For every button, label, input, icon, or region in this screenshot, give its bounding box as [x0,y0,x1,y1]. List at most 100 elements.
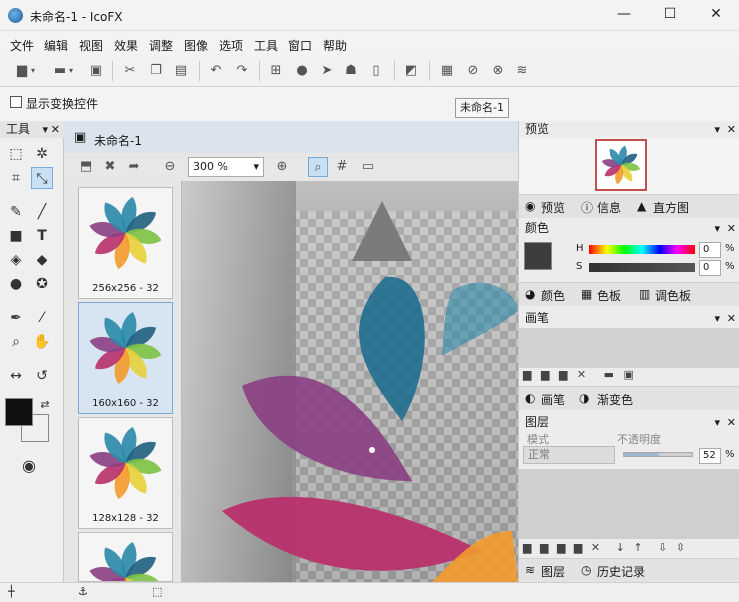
apple-icon[interactable]: ● [292,61,312,81]
tab-info[interactable]: 信息 [597,199,621,216]
panel-close-icon[interactable]: ✕ [727,414,736,431]
reduce-icon[interactable]: ⊗ [488,61,508,81]
move-selection-icon[interactable]: ⤡ [31,167,53,189]
menu-options[interactable]: 选项 [219,37,243,54]
hand-icon[interactable]: ✋ [31,331,53,353]
panel-close-icon[interactable]: ✕ [727,310,736,327]
open-dropdown-icon[interactable]: ▾ [66,61,76,81]
brush-list[interactable] [519,328,739,368]
tab-swatches[interactable]: 色板 [597,287,621,304]
new-brush-icon[interactable]: ▆ [523,368,531,381]
import-image-icon[interactable]: ◩ [401,61,421,81]
show-transform-checkbox[interactable] [10,96,22,108]
panel-menu-icon[interactable]: ▾ [714,121,720,138]
cursor-icon[interactable]: ➤ [317,61,337,81]
editing-canvas[interactable] [182,181,518,582]
bulb-icon[interactable]: ✪ [31,273,53,295]
flatten-icon[interactable]: ⇳ [676,541,685,554]
panel-menu-icon[interactable]: ▾ [42,121,48,138]
tab-history[interactable]: 历史记录 [597,563,645,580]
rect-select-icon[interactable]: ⬚ [5,143,27,165]
layers-list[interactable] [519,469,739,539]
new-layer-icon[interactable]: ▆ [523,541,531,554]
menu-window[interactable]: 窗口 [288,37,312,54]
tab-gradient[interactable]: 渐变色 [597,391,633,408]
duplicate-brush-icon[interactable]: ▆ [541,368,549,381]
checkerboard-icon[interactable]: ▦ [437,61,457,81]
swap-arrows-icon[interactable]: ↔ [5,365,27,387]
windows-icon[interactable]: ⊞ [266,61,286,81]
tab-layers[interactable]: 图层 [541,563,565,580]
import-icon[interactable]: ⬒ [76,157,96,177]
thumbnail-item[interactable]: 256x256 - 32 [78,187,173,299]
export-icon[interactable]: ➦ [124,157,144,177]
rotate-icon[interactable]: ↺ [31,365,53,387]
save-brush-icon[interactable]: ▣ [624,368,634,381]
opacity-value-input[interactable]: 52 [699,448,721,464]
zoom-out-icon[interactable]: ⊖ [160,157,180,177]
menu-tools[interactable]: 工具 [254,37,278,54]
menu-effects[interactable]: 效果 [114,37,138,54]
merge-down-icon[interactable]: ⇩ [658,541,667,554]
tab-palette[interactable]: 调色板 [655,287,691,304]
mobile-icon[interactable]: ▯ [366,61,386,81]
merge-layer-icon[interactable]: ▆ [557,541,565,554]
record-icon[interactable]: ◉ [18,455,40,477]
hue-slider[interactable] [589,245,695,254]
menu-help[interactable]: 帮助 [323,37,347,54]
brush-icon[interactable]: ⁄ [31,307,53,329]
zoom-in-icon[interactable]: ⊕ [272,157,292,177]
pencil-icon[interactable]: ✎ [5,201,27,223]
rectangle-icon[interactable]: ■ [5,225,27,247]
save-icon[interactable]: ▣ [86,61,106,81]
blend-mode-select[interactable]: 正常 [523,446,615,464]
android-icon[interactable]: ☗ [341,61,361,81]
eyedropper-icon[interactable]: ✒ [5,307,27,329]
undo-icon[interactable]: ↶ [206,61,226,81]
zoom-select[interactable]: 300 % ▾ [188,157,264,177]
menu-image[interactable]: 图像 [184,37,208,54]
cut-icon[interactable]: ✂ [120,61,140,81]
panel-menu-icon[interactable]: ▾ [714,414,720,431]
background-toggle-icon[interactable]: ▭ [358,157,378,177]
panel-close-icon[interactable]: ✕ [51,121,60,138]
zoom-tool-icon[interactable]: ⌕ [308,157,328,177]
delete-layer-icon[interactable]: ✕ [591,541,600,554]
maximize-button[interactable]: ☐ [647,0,693,31]
open-brush-icon[interactable]: ▬ [604,368,614,381]
close-button[interactable]: ✕ [693,0,739,31]
edit-brush-icon[interactable]: ▆ [559,368,567,381]
move-up-icon[interactable]: ↑ [633,541,642,554]
opacity-slider[interactable] [623,452,693,457]
menu-view[interactable]: 视图 [79,37,103,54]
magic-wand-icon[interactable]: ✲ [31,143,53,165]
hide-grid-icon[interactable]: ⊘ [463,61,483,81]
new-dropdown-icon[interactable]: ▾ [28,61,38,81]
panel-close-icon[interactable]: ✕ [727,220,736,237]
menu-adjust[interactable]: 调整 [149,37,173,54]
saturation-slider[interactable] [589,263,695,272]
zoom-icon[interactable]: ⌕ [5,331,27,353]
eraser-icon[interactable]: ◆ [31,249,53,271]
document-tab[interactable]: ▣ 未命名-1 [64,121,518,153]
layer-properties-icon[interactable]: ▆ [574,541,582,554]
tab-preview[interactable]: 预览 [541,199,565,216]
current-color-swatch[interactable] [524,242,552,270]
swap-colors-icon[interactable]: ⇄ [34,394,56,416]
thumbnail-item[interactable]: 128x128 - 32 [78,417,173,529]
blur-drop-icon[interactable]: ● [5,273,27,295]
tab-histogram[interactable]: 直方图 [653,199,689,216]
layers-stack-icon[interactable]: ≋ [512,61,532,81]
hue-value-input[interactable]: 0 [699,242,721,258]
minimize-button[interactable]: — [601,0,647,31]
text-icon[interactable]: T [31,225,53,247]
thumbnail-item-selected[interactable]: 160x160 - 32 [78,302,173,414]
move-down-icon[interactable]: ↓ [616,541,625,554]
duplicate-layer-icon[interactable]: ▆ [540,541,548,554]
primary-color-swatch[interactable] [5,398,33,426]
fill-bucket-icon[interactable]: ◈ [5,249,27,271]
menu-file[interactable]: 文件 [10,37,34,54]
delete-image-icon[interactable]: ✖ [100,157,120,177]
copy-icon[interactable]: ❐ [146,61,166,81]
delete-brush-icon[interactable]: ✕ [577,368,586,381]
